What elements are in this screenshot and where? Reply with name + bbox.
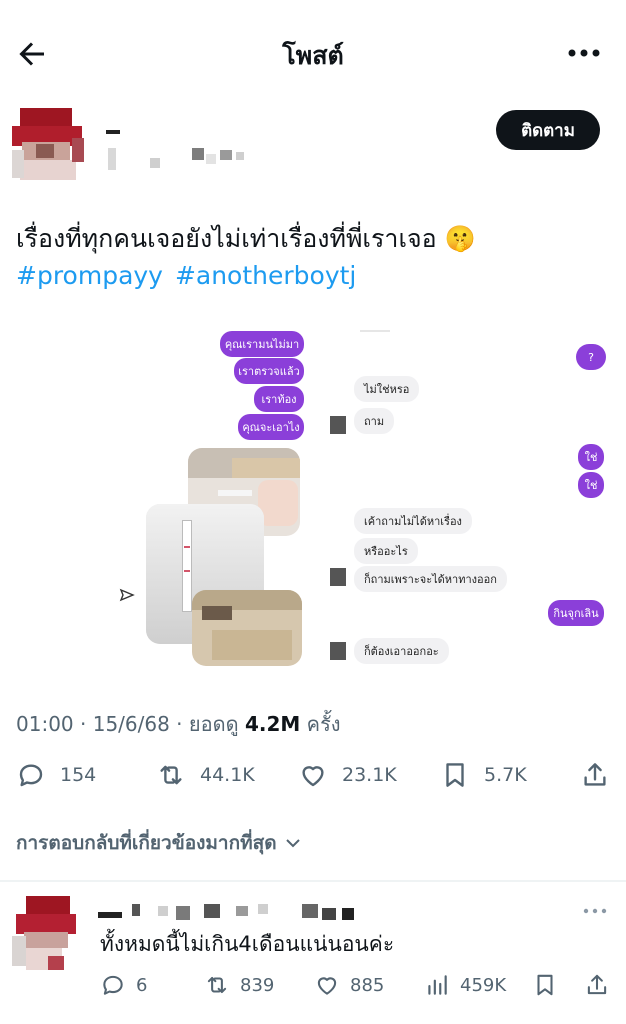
like-button[interactable]: 885: [314, 972, 384, 998]
page-title: โพสต์: [282, 41, 344, 70]
like-count: 885: [350, 974, 385, 996]
separator: ·: [169, 712, 189, 736]
replies-sort-dropdown[interactable]: การตอบกลับที่เกี่ยวข้องมากที่สุด: [16, 828, 303, 858]
separator: ·: [73, 712, 93, 736]
divider: [0, 880, 626, 882]
tweet-meta: 01:00 · 15/6/68 · ยอดดู 4.2M ครั้ง: [16, 708, 341, 740]
chat-bubble-sent: คุณเรามนไม่มา: [220, 331, 304, 357]
repost-button[interactable]: 839: [204, 972, 274, 998]
author-avatar[interactable]: [12, 108, 84, 186]
chat-photo: [192, 590, 302, 666]
repost-button[interactable]: 44.1K: [156, 760, 255, 790]
top-bar: โพสต์: [0, 0, 626, 100]
chat-avatar: [330, 642, 346, 660]
bookmark-icon: [446, 763, 464, 787]
hashtag-link[interactable]: #anotherboytj: [175, 261, 356, 290]
chat-bubble-received: หรืออะไร: [354, 538, 418, 564]
repost-icon: [160, 765, 182, 785]
chat-bubble-received: ไม่ใช่หรอ: [354, 376, 420, 402]
chat-bubble-sent: เราท้อง: [254, 386, 304, 412]
follow-button[interactable]: ติดตาม: [496, 110, 600, 150]
share-button[interactable]: [584, 972, 610, 998]
views-suffix: ครั้ง: [300, 712, 341, 736]
reply-button[interactable]: 154: [16, 760, 96, 790]
share-icon: [587, 974, 607, 995]
tweet-text: เรื่องที่ทุกคนเจอยังไม่เท่าเรื่องที่พี่เ…: [16, 224, 476, 253]
heart-icon: [302, 766, 324, 787]
tweet-date[interactable]: 15/6/68: [93, 712, 170, 736]
tweet-actions: 154 44.1K 23.1K 5.7K: [0, 752, 626, 800]
reply-actions: 6 839 885 459K: [0, 968, 626, 1008]
divider: [360, 330, 390, 332]
reply-icon: [103, 975, 123, 995]
like-button[interactable]: 23.1K: [298, 760, 397, 790]
chat-avatar: [330, 568, 346, 586]
reply-author-redacted[interactable]: [96, 900, 366, 926]
reply-text: ทั้งหมดนี้ไม่เกิน4เดือนแน่นอนค่ะ: [100, 932, 395, 956]
replies-sort-label: การตอบกลับที่เกี่ยวข้องมากที่สุด: [16, 832, 277, 854]
share-icon: [584, 763, 606, 786]
tweet-media-image[interactable]: คุณเรามนไม่มา เราตรวจแล้ว เราท้อง คุณจะเ…: [108, 318, 620, 678]
reply-icon: [19, 764, 43, 787]
chat-bubble-sent: เราตรวจแล้ว: [234, 358, 304, 384]
hashtags: #prompayy #anotherboytj: [16, 257, 612, 295]
chat-avatar: [330, 416, 346, 434]
views-prefix: ยอดดู: [188, 712, 245, 736]
like-count: 23.1K: [342, 764, 397, 786]
more-horizontal-icon[interactable]: [582, 906, 608, 916]
reply-avatar[interactable]: [12, 896, 80, 976]
views-count: 4.2M: [244, 712, 301, 736]
chat-bubble-received: เค้าถามไม่ได้หาเรื่อง: [354, 508, 472, 534]
tweet-time[interactable]: 01:00: [16, 712, 74, 736]
more-horizontal-icon[interactable]: [566, 42, 602, 64]
chat-bubble-sent: คุณจะเอาไง: [238, 414, 304, 440]
views-button[interactable]: 459K: [424, 972, 506, 998]
chat-bubble-sent: ใช่: [578, 444, 604, 470]
share-button[interactable]: [580, 760, 610, 790]
chat-bubble-received: ก็ถามเพราะจะได้หาทางออก: [354, 566, 507, 592]
repost-count: 44.1K: [200, 764, 255, 786]
repost-icon: [207, 976, 227, 994]
chevron-down-icon: [285, 839, 300, 848]
reply-button[interactable]: 6: [100, 972, 147, 998]
bookmark-icon: [537, 974, 553, 996]
bar-chart-icon: [428, 975, 447, 995]
views-count: 459K: [460, 974, 507, 996]
bookmark-button[interactable]: [532, 972, 558, 998]
repost-count: 839: [240, 974, 275, 996]
reply-count: 6: [136, 974, 148, 996]
chat-bubble-received: ก็ต้องเอาออกอะ: [354, 638, 449, 664]
bookmark-count: 5.7K: [484, 764, 527, 786]
hashtag-link[interactable]: #prompayy: [16, 261, 163, 290]
chat-bubble-received: ถาม: [354, 408, 395, 434]
send-icon: [119, 588, 135, 602]
heart-icon: [317, 977, 337, 995]
chat-bubble-sent: ใช่: [578, 472, 604, 498]
bookmark-button[interactable]: 5.7K: [440, 760, 527, 790]
chat-bubble-sent: ?: [576, 344, 606, 370]
chat-bubble-sent: กินจุกเลิน: [548, 600, 604, 626]
reply-count: 154: [60, 764, 97, 786]
author-name-redacted[interactable]: [96, 124, 276, 184]
